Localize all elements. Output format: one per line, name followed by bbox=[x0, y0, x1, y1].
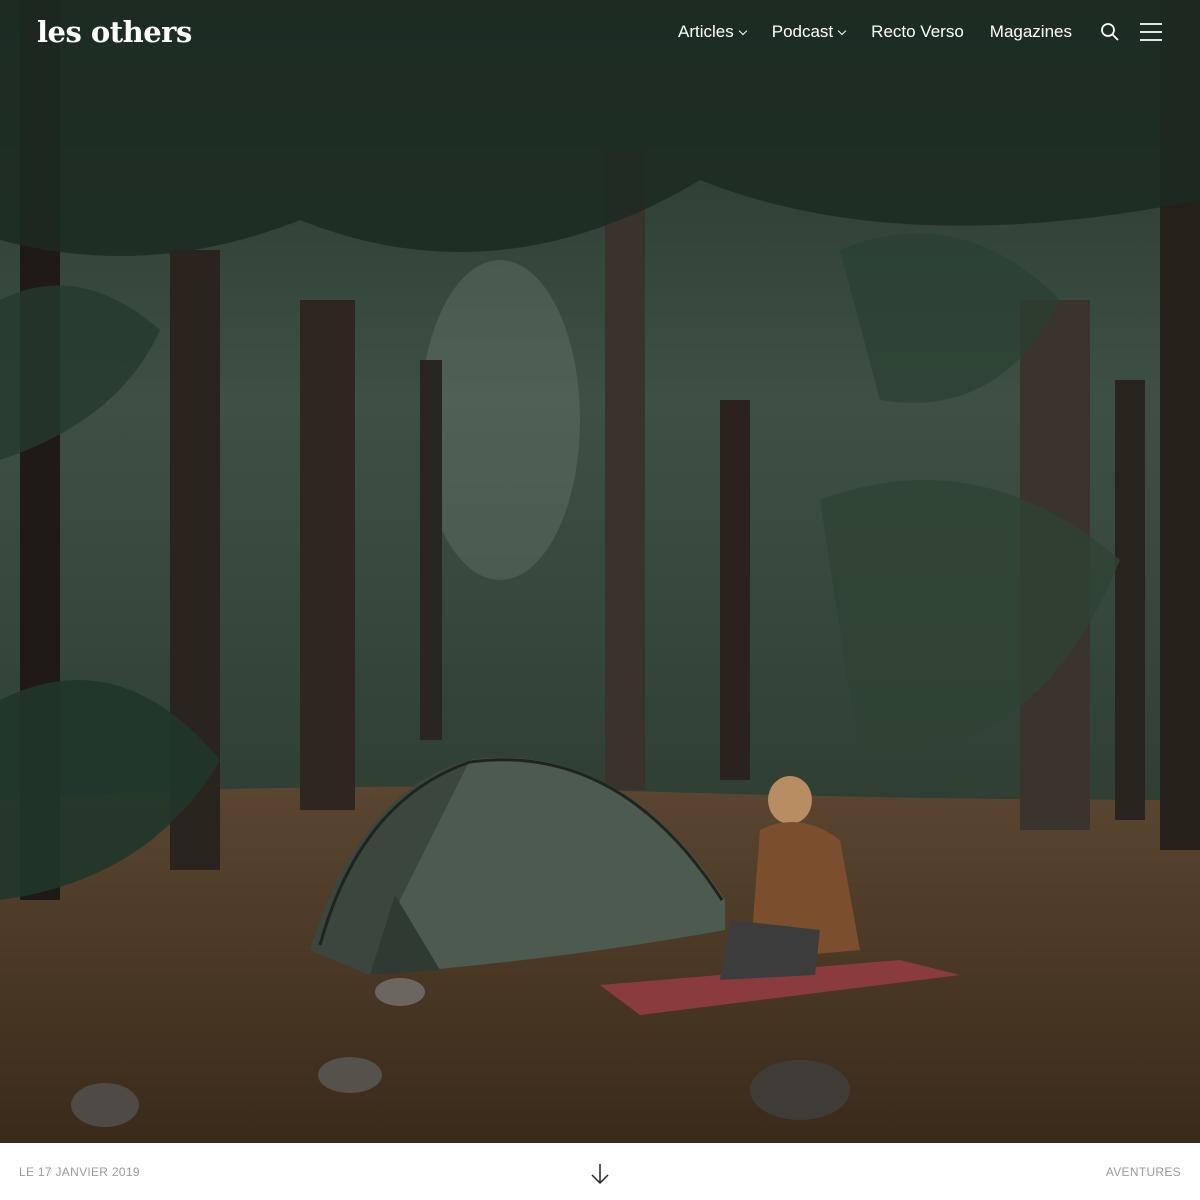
chevron-down-icon bbox=[738, 26, 747, 35]
main-nav: Articles Podcast Recto Verso Magazines bbox=[652, 22, 1162, 42]
search-button[interactable] bbox=[1100, 22, 1120, 42]
arrow-down-icon bbox=[591, 1164, 609, 1185]
nav-item-label: Articles bbox=[678, 22, 734, 41]
scroll-down-button[interactable] bbox=[590, 1163, 610, 1190]
site-logo[interactable]: les others bbox=[37, 15, 192, 49]
nav-item-recto-verso[interactable]: Recto Verso bbox=[871, 22, 964, 42]
hero-photo bbox=[0, 0, 1200, 1143]
nav-item-podcast[interactable]: Podcast bbox=[771, 22, 847, 42]
nav-item-magazines[interactable]: Magazines bbox=[990, 22, 1072, 42]
article-category[interactable]: AVENTURES bbox=[1106, 1165, 1181, 1179]
nav-item-label: Recto Verso bbox=[871, 22, 964, 41]
chevron-down-icon bbox=[837, 26, 847, 35]
article-date: LE 17 JANVIER 2019 bbox=[19, 1164, 140, 1179]
hamburger-menu-icon bbox=[1140, 23, 1162, 41]
nav-item-label: Podcast bbox=[771, 22, 834, 41]
site-header: les others Articles Podcast Recto Verso … bbox=[0, 0, 1200, 64]
menu-button[interactable] bbox=[1140, 23, 1162, 41]
search-icon bbox=[1101, 23, 1119, 41]
nav-item-articles[interactable]: Articles bbox=[678, 22, 747, 42]
forest-camping-photo bbox=[0, 0, 1200, 1143]
nav-item-label: Magazines bbox=[989, 22, 1072, 41]
